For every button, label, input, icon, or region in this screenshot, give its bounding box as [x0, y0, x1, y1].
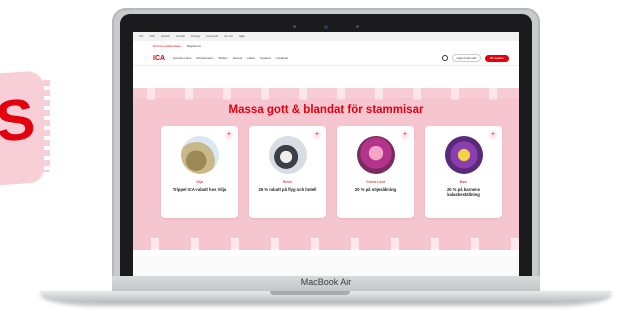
offer-category: Barn — [459, 180, 468, 184]
offer-card-vilja[interactable]: + Vilja Trippel ICA-rabatt hos Vilja — [161, 126, 238, 218]
topbar-link[interactable]: ICA — [139, 35, 143, 38]
search-icon[interactable] — [441, 55, 448, 61]
offer-image — [445, 136, 483, 174]
nav-item[interactable]: Erbjudanden — [196, 56, 213, 60]
offer-image — [269, 136, 307, 174]
become-member-button[interactable]: Bli medlem — [485, 54, 509, 62]
nav-menu: Handla online Erbjudanden Butiker Recept… — [173, 56, 442, 60]
laptop-chin: MacBook Air — [112, 276, 540, 292]
laptop-screen: ICA Jobb Nyheter Kontakt Företag Leveran… — [133, 32, 519, 276]
nav-item[interactable]: Lokalmat — [276, 56, 288, 60]
sensor-dot-right — [356, 25, 360, 29]
offer-category: Resor — [282, 180, 293, 184]
nav-item[interactable]: Handla online — [173, 56, 191, 60]
offer-card-travel[interactable]: + Resor 25 % rabatt på flyg och hotell — [249, 126, 326, 218]
offer-card-amusement[interactable]: + Gröna Lund 20 % på nöjesåkning — [337, 126, 414, 218]
offer-description: Trippel ICA-rabatt hos Vilja — [172, 187, 227, 192]
ica-logo[interactable]: ICA — [153, 55, 165, 62]
offer-description: 20 % på nöjesåkning — [354, 187, 397, 192]
offer-category: Vilja — [196, 180, 203, 184]
page-footer-strip — [133, 256, 519, 276]
main-navbar: ICA Handla online Erbjudanden Butiker Re… — [133, 51, 519, 66]
topbar-link[interactable]: Hjälp — [239, 35, 245, 38]
camera-icon — [324, 24, 328, 29]
topbar-link[interactable]: Leverantör — [206, 35, 218, 38]
hero-title: Massa gott & blandat för stammisar — [228, 104, 424, 116]
camera-row — [120, 18, 532, 29]
offer-image — [357, 136, 395, 174]
plus-icon[interactable]: + — [313, 131, 321, 139]
sensor-dot-left — [292, 25, 296, 29]
plus-icon[interactable]: + — [401, 131, 409, 139]
offer-cards: + Vilja Trippel ICA-rabatt hos Vilja + R… — [161, 126, 502, 218]
nav-item[interactable]: Butiker — [218, 56, 227, 60]
brush-edge-top — [133, 88, 519, 100]
topbar-link[interactable]: Företag — [191, 35, 200, 38]
side-letter: S — [0, 86, 38, 155]
topbar-link[interactable]: För oss — [224, 35, 233, 38]
nav-item[interactable]: Hälsa — [247, 56, 255, 60]
promo-banner: Ett ICA-medlemskap ... Registrera — [133, 41, 519, 51]
offer-card-kids[interactable]: + Barn 20 % på barnens kalasbeställning — [425, 126, 502, 218]
promo-link[interactable]: Registrera — [187, 44, 201, 48]
promo-text: Ett ICA-medlemskap ... — [153, 44, 184, 48]
plus-icon[interactable]: + — [489, 131, 497, 139]
laptop-brand-label: MacBook Air — [300, 277, 352, 287]
topbar-link[interactable]: Kontakt — [176, 35, 185, 38]
topbar-link[interactable]: Jobb — [149, 35, 155, 38]
hero-section: Massa gott & blandat för stammisar + Vil… — [133, 88, 519, 250]
plus-icon[interactable]: + — [225, 131, 233, 139]
laptop-bezel: ICA Jobb Nyheter Kontakt Företag Leveran… — [120, 14, 532, 290]
topbar-link[interactable]: Nyheter — [161, 35, 170, 38]
offer-description: 25 % rabatt på flyg och hotell — [258, 187, 317, 192]
nav-actions: Ingen butik vald Bli medlem — [441, 54, 509, 62]
nav-item[interactable]: Spelkort — [260, 56, 271, 60]
laptop-notch — [270, 291, 350, 295]
nav-item[interactable]: Recept — [233, 56, 243, 60]
offer-image — [181, 136, 219, 174]
offer-description: 20 % på barnens kalasbeställning — [446, 187, 481, 198]
brush-edge-bottom — [133, 238, 519, 250]
store-selector[interactable]: Ingen butik vald — [451, 54, 482, 62]
offer-category: Gröna Lund — [366, 180, 385, 184]
site-topbar: ICA Jobb Nyheter Kontakt Företag Leveran… — [133, 32, 519, 41]
